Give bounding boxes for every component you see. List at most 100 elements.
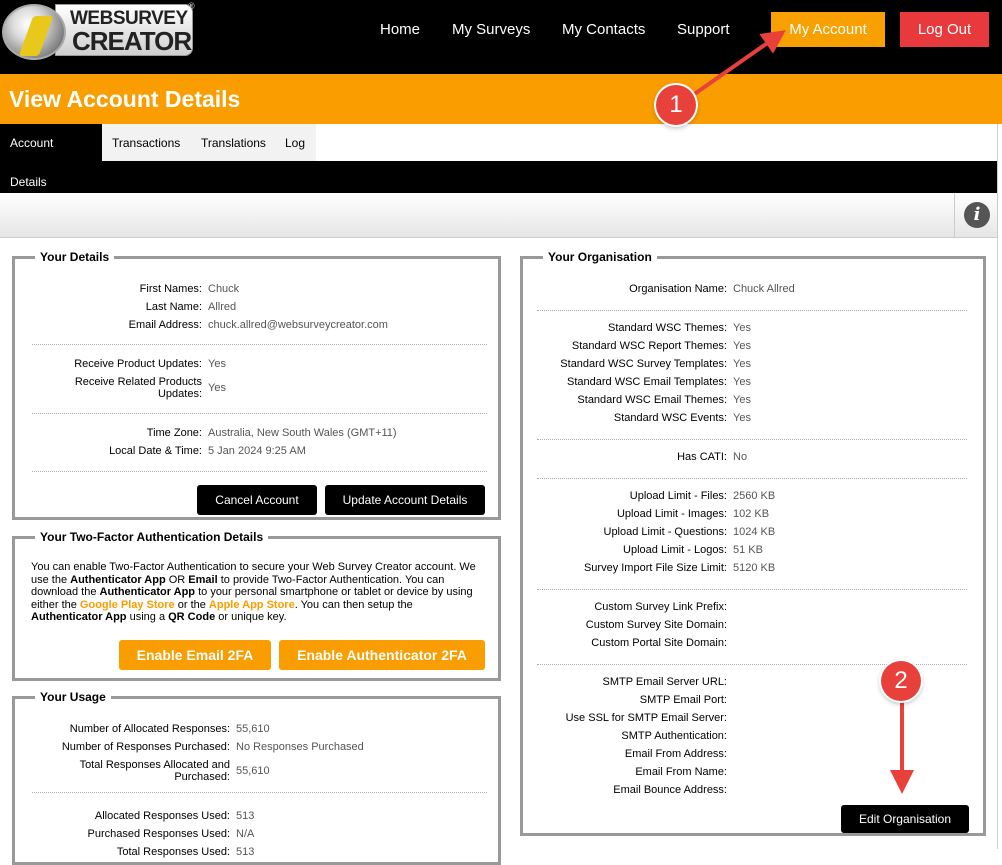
- logo-text-line2: CREATOR: [72, 26, 192, 56]
- logo-registered-mark: ®: [188, 1, 195, 11]
- organisation-value: 1024 KB: [733, 526, 776, 538]
- usage-value: 55,610: [236, 765, 270, 777]
- detail-value: Allred: [208, 301, 237, 313]
- detail-label: Receive Product Updates:: [74, 358, 202, 370]
- two-factor-title: Your Two-Factor Authentication Details: [40, 530, 264, 544]
- usage-value: N/A: [236, 828, 255, 840]
- two-factor-description: You can enable Two-Factor Authentication…: [31, 561, 476, 623]
- organisation-label: Organisation Name:: [629, 283, 727, 295]
- usage-label: Allocated Responses Used:: [94, 810, 230, 822]
- your-details-panel: Your Details First Names: Chuck Last Nam…: [12, 250, 501, 520]
- detail-label: Local Date & Time:: [109, 445, 202, 457]
- nav-my-contacts[interactable]: My Contacts: [562, 21, 645, 38]
- organisation-label: Email From Name:: [635, 766, 727, 778]
- enable-email-2fa-button[interactable]: Enable Email 2FA: [119, 640, 271, 670]
- usage-label: Total Responses Allocated and Purchased:: [79, 759, 230, 783]
- detail-label: Last Name:: [145, 301, 202, 313]
- detail-label: Email Address:: [128, 319, 202, 331]
- log-out-button[interactable]: Log Out: [900, 12, 989, 47]
- detail-value: Chuck: [208, 283, 240, 295]
- organisation-label: Upload Limit - Files:: [629, 490, 727, 502]
- apple-app-store-link[interactable]: Apple App Store: [209, 599, 295, 611]
- tab-log[interactable]: Log: [275, 124, 316, 161]
- organisation-label: Standard WSC Themes:: [607, 322, 727, 334]
- your-details-title: Your Details: [40, 250, 110, 264]
- web-survey-creator-logo[interactable]: WEBSURVEY CREATOR ®: [0, 0, 195, 60]
- organisation-label: Standard WSC Email Themes:: [577, 394, 727, 406]
- logo-ball-icon: [2, 4, 66, 60]
- organisation-label: Standard WSC Survey Templates:: [560, 358, 727, 370]
- usage-label: Number of Responses Purchased:: [61, 741, 230, 753]
- organisation-value: Yes: [733, 376, 751, 388]
- organisation-value: Yes: [733, 394, 751, 406]
- organisation-label: Email Bounce Address:: [613, 784, 727, 796]
- separator: [537, 310, 967, 311]
- organisation-value: Yes: [733, 412, 751, 424]
- separator: [537, 439, 967, 440]
- usage-panel: Your Usage Number of Allocated Responses…: [12, 690, 501, 865]
- usage-value: No Responses Purchased: [236, 741, 364, 753]
- organisation-label: Has CATI:: [677, 451, 727, 463]
- annotation-marker-2: 2: [881, 661, 921, 701]
- organisation-label: Upload Limit - Logos:: [623, 544, 727, 556]
- organisation-label: SMTP Email Port:: [639, 694, 727, 706]
- separator: [32, 471, 487, 472]
- toolbar-strip: i: [0, 193, 997, 238]
- usage-label: Purchased Responses Used:: [87, 828, 230, 840]
- detail-value: Yes: [208, 382, 226, 394]
- edit-organisation-button[interactable]: Edit Organisation: [841, 805, 969, 833]
- organisation-title: Your Organisation: [548, 250, 652, 264]
- tab-transactions[interactable]: Transactions: [102, 124, 191, 161]
- organisation-label: Upload Limit - Questions:: [603, 526, 728, 538]
- organisation-label: SMTP Email Server URL:: [602, 676, 728, 688]
- organisation-label: Standard WSC Events:: [613, 412, 727, 424]
- tab-bar: Account Details Transactions Translation…: [0, 124, 997, 193]
- detail-label: Receive Related Products Updates:: [74, 376, 202, 400]
- organisation-label: Survey Import File Size Limit:: [583, 562, 727, 574]
- nav-home[interactable]: Home: [380, 21, 420, 38]
- update-account-details-button[interactable]: Update Account Details: [325, 485, 485, 515]
- page-title-bar: View Account Details: [0, 74, 1002, 124]
- organisation-value: 51 KB: [733, 544, 763, 556]
- organisation-label: Use SSL for SMTP Email Server:: [565, 712, 727, 724]
- detail-value: Australia, New South Wales (GMT+11): [208, 427, 397, 439]
- usage-value: 55,610: [236, 723, 270, 735]
- my-account-button[interactable]: My Account: [771, 12, 885, 47]
- organisation-value: Chuck Allred: [733, 283, 795, 295]
- info-icon[interactable]: i: [964, 202, 990, 228]
- usage-label: Number of Allocated Responses:: [69, 723, 230, 735]
- separator: [32, 792, 487, 793]
- organisation-value: 5120 KB: [733, 562, 776, 574]
- organisation-value: Yes: [733, 340, 751, 352]
- nav-support[interactable]: Support: [677, 21, 730, 38]
- organisation-label: Upload Limit - Images:: [616, 508, 727, 520]
- organisation-value: Yes: [733, 322, 751, 334]
- organisation-value: 102 KB: [733, 508, 770, 520]
- nav-my-surveys[interactable]: My Surveys: [452, 21, 530, 38]
- google-play-store-link[interactable]: Google Play Store: [80, 599, 175, 611]
- enable-authenticator-2fa-button[interactable]: Enable Authenticator 2FA: [279, 640, 485, 670]
- page-title: View Account Details: [9, 86, 241, 112]
- usage-value: 513: [236, 810, 255, 822]
- organisation-label: Custom Portal Site Domain:: [591, 637, 727, 649]
- tab-translations[interactable]: Translations: [191, 124, 275, 161]
- separator: [32, 344, 487, 345]
- top-navigation-bar: WEBSURVEY CREATOR ® Home My Surveys My C…: [0, 0, 1002, 74]
- separator: [537, 478, 967, 479]
- detail-value: 5 Jan 2024 9:25 AM: [208, 445, 306, 457]
- detail-value: chuck.allred@websurveycreator.com: [208, 319, 388, 331]
- organisation-value: Yes: [733, 358, 751, 370]
- usage-value: 513: [236, 846, 255, 858]
- usage-label: Total Responses Used:: [116, 846, 230, 858]
- organisation-label: Custom Survey Site Domain:: [585, 619, 727, 631]
- detail-label: First Names:: [139, 283, 202, 295]
- two-factor-panel: Your Two-Factor Authentication Details Y…: [12, 530, 501, 681]
- organisation-value: No: [733, 451, 748, 463]
- organisation-label: Email From Address:: [624, 748, 727, 760]
- cancel-account-button[interactable]: Cancel Account: [197, 485, 317, 515]
- organisation-value: 2560 KB: [733, 490, 776, 502]
- organisation-panel: Your Organisation Organisation Name: Chuc…: [520, 250, 986, 836]
- tab-account-details[interactable]: Account Details: [0, 124, 102, 189]
- organisation-label: SMTP Authentication:: [621, 730, 727, 742]
- organisation-label: Standard WSC Email Templates:: [567, 376, 727, 388]
